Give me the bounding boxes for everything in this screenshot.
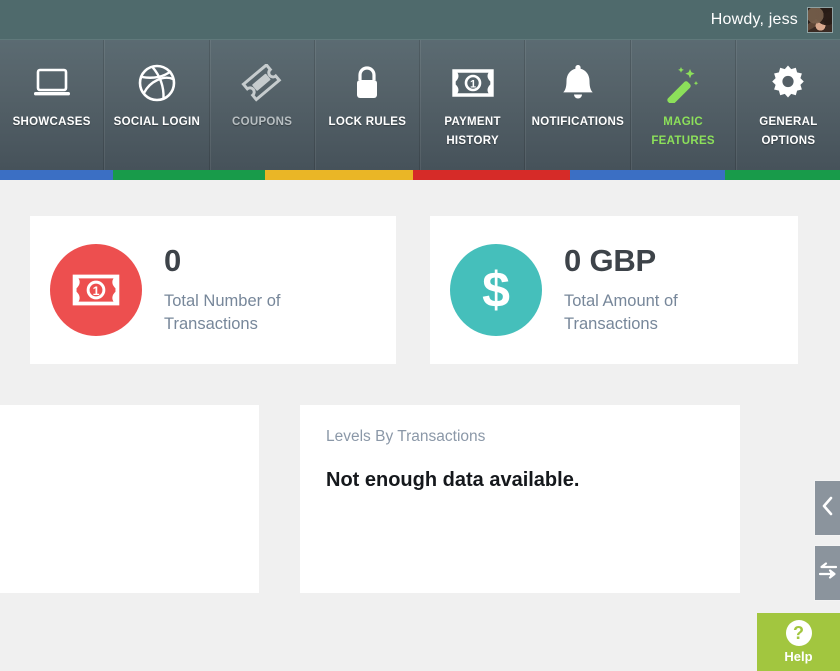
question-mark-icon: ? (785, 620, 812, 646)
nav-item-coupons[interactable]: COUPONS (209, 40, 315, 170)
banknote-icon: 1 (451, 62, 495, 104)
nav-item-notifications[interactable]: NOTIFICATIONS (525, 40, 631, 170)
empty-state-message: Not enough data available. (326, 469, 580, 491)
nav-label: SOCIAL LOGIN (113, 116, 201, 128)
left-side-panel (0, 405, 259, 593)
laptop-icon (32, 62, 72, 104)
nav-label: COUPONS (232, 116, 293, 128)
nav-item-magic-features[interactable]: MAGIC FEATURES (630, 40, 736, 170)
gear-icon (769, 62, 807, 104)
stat-value: 0 (164, 243, 182, 279)
dashboard-content: 1 0 Total Number of Transactions $ 0 GBP… (0, 180, 840, 671)
top-admin-bar: Howdy, jess (0, 0, 840, 40)
nav-item-social-login[interactable]: SOCIAL LOGIN (104, 40, 210, 170)
chevron-left-icon (821, 496, 835, 521)
user-avatar[interactable] (807, 7, 833, 33)
nav-item-payment-history[interactable]: 1 PAYMENT HISTORY (420, 40, 526, 170)
exchange-arrows-icon (818, 561, 838, 586)
dollar-sign-icon: $ (450, 244, 542, 336)
nav-label: MAGIC FEATURES (651, 116, 715, 147)
stat-label: Total Amount of Transactions (564, 292, 678, 333)
strip-segment (113, 170, 265, 180)
nav-label: SHOWCASES (12, 116, 91, 128)
main-navigation: SHOWCASES SOCIAL LOGIN COUPONS LOCK RULE… (0, 40, 840, 170)
stat-card-transaction-count: 1 0 Total Number of Transactions (30, 216, 396, 364)
svg-text:1: 1 (93, 284, 100, 298)
greeting-text: Howdy, jess (710, 11, 798, 28)
strip-segment (413, 170, 570, 180)
collapse-panel-tab[interactable] (814, 480, 840, 536)
svg-text:1: 1 (470, 79, 476, 91)
banknote-icon: 1 (50, 244, 142, 336)
ticket-icon (241, 62, 283, 104)
nav-label: PAYMENT HISTORY (444, 116, 501, 147)
strip-segment (265, 170, 413, 180)
bell-icon (560, 62, 596, 104)
strip-segment (570, 170, 725, 180)
help-button[interactable]: ? Help (757, 613, 840, 671)
levels-by-transactions-panel: Levels By Transactions Not enough data a… (300, 405, 740, 593)
panel-title: Levels By Transactions (326, 428, 486, 445)
color-accent-strip (0, 170, 840, 180)
magic-wand-icon (663, 62, 703, 104)
nav-item-lock-rules[interactable]: LOCK RULES (314, 40, 420, 170)
nav-item-showcases[interactable]: SHOWCASES (0, 40, 105, 170)
stat-label: Total Number of Transactions (164, 292, 281, 333)
nav-label: NOTIFICATIONS (531, 116, 625, 128)
strip-segment (725, 170, 840, 180)
nav-item-general-options[interactable]: GENERAL OPTIONS (735, 40, 840, 170)
nav-label: LOCK RULES (328, 116, 407, 128)
stat-value: 0 GBP (564, 243, 657, 279)
padlock-icon (350, 62, 384, 104)
dollar-glyph: $ (482, 262, 510, 318)
help-label: Help (784, 649, 813, 664)
dribbble-ball-icon (137, 62, 177, 104)
strip-segment (0, 170, 113, 180)
nav-label: GENERAL OPTIONS (759, 116, 818, 147)
stat-card-transaction-amount: $ 0 GBP Total Amount of Transactions (430, 216, 798, 364)
